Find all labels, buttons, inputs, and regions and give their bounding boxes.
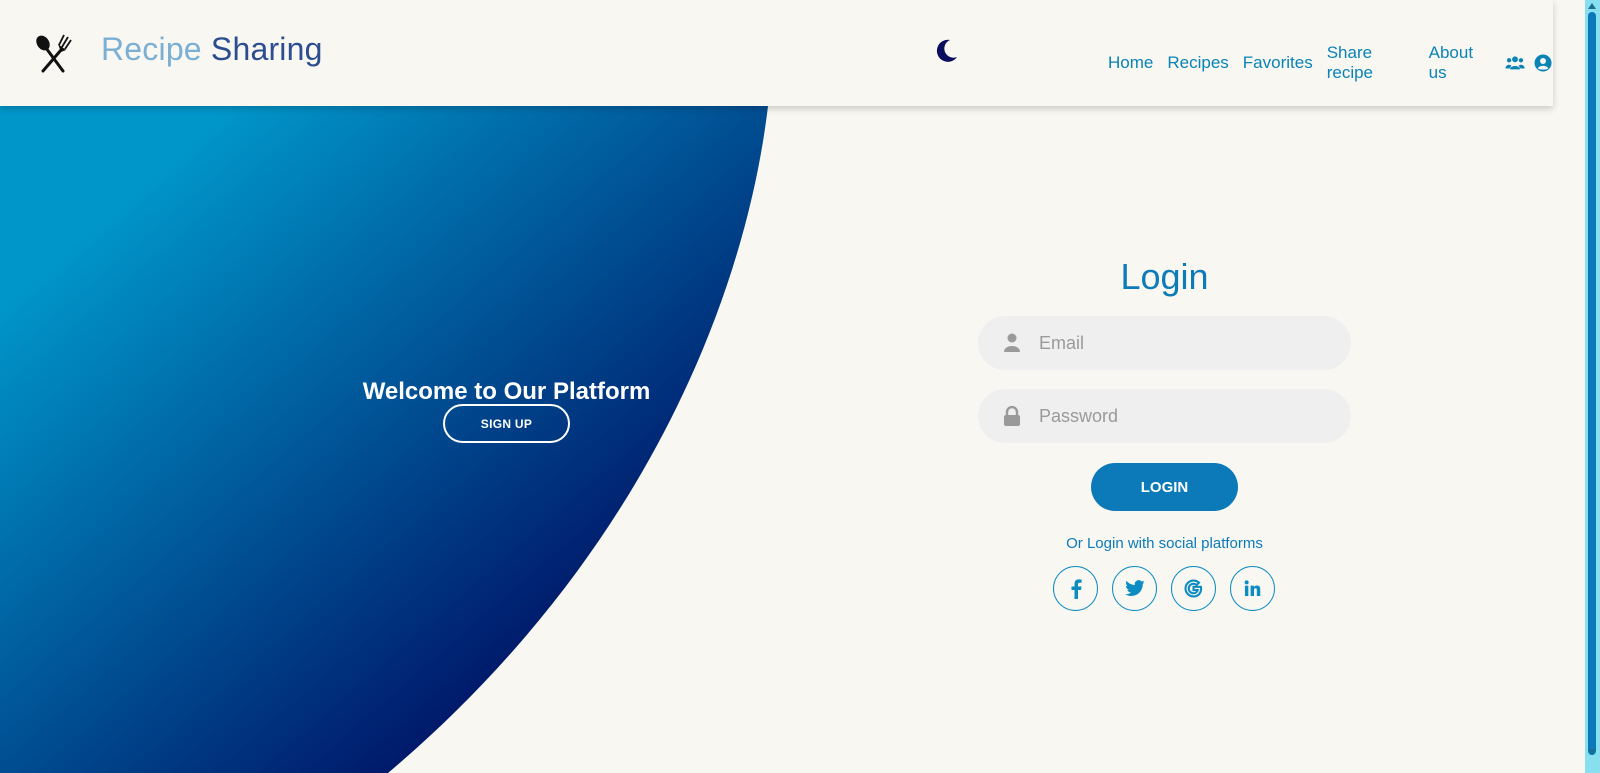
users-icon[interactable] (1505, 53, 1525, 73)
nav-favorites[interactable]: Favorites (1243, 53, 1313, 73)
nav-about-us[interactable]: About us (1429, 43, 1490, 83)
nav-recipes[interactable]: Recipes (1167, 53, 1228, 73)
sign-up-button[interactable]: SIGN UP (443, 404, 570, 443)
scrollbar-thumb[interactable] (1588, 12, 1596, 755)
moon-icon[interactable] (933, 38, 959, 64)
nav-home[interactable]: Home (1108, 53, 1153, 73)
main-nav: Home Recipes Favorites Share recipe Abou… (1101, 43, 1553, 83)
welcome-heading: Welcome to Our Platform (362, 378, 651, 405)
user-circle-icon[interactable] (1533, 53, 1553, 73)
brand-title[interactable]: Recipe Sharing (101, 31, 323, 68)
nav-share-recipe[interactable]: Share recipe (1327, 43, 1415, 83)
scroll-down-icon[interactable] (1588, 749, 1596, 755)
brand-word-sharing: Sharing (210, 31, 323, 67)
scroll-up-icon[interactable] (1588, 3, 1596, 9)
page-scrollbar[interactable] (1585, 0, 1600, 773)
fork-and-spoon-icon[interactable] (33, 33, 73, 73)
brand-word-recipe: Recipe (101, 31, 202, 67)
top-header: Recipe Sharing Home Recipes Favorites Sh… (0, 0, 1553, 106)
